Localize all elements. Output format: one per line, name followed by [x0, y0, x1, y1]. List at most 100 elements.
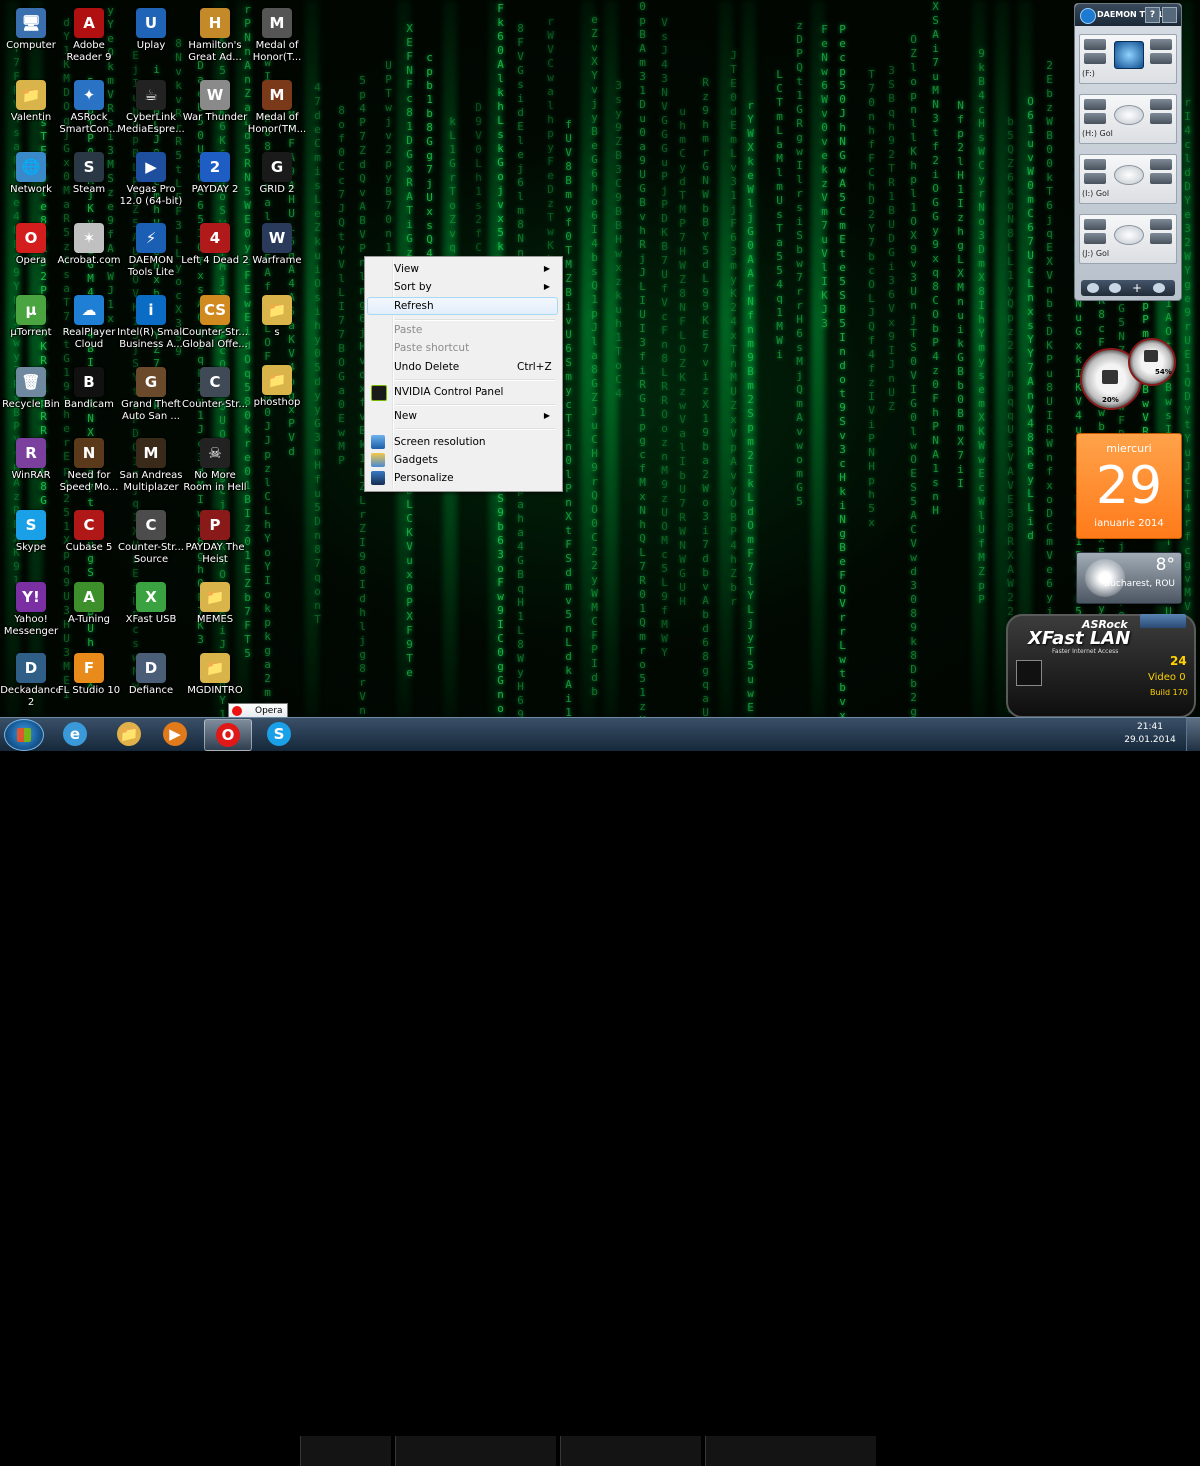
desktop-icon-s[interactable]: 📁 s: [242, 291, 312, 361]
cpu-usage: 20%: [1102, 396, 1119, 404]
add-image-icon[interactable]: [1109, 283, 1121, 293]
ie-icon: e: [63, 722, 87, 746]
app-icon: C: [74, 510, 104, 540]
stop-button[interactable]: [1084, 173, 1106, 184]
menu-item-new[interactable]: New ▶: [367, 407, 558, 425]
desktop-icon-phosthop[interactable]: 📁 phosthop: [242, 361, 312, 431]
menu-item-gadgets[interactable]: Gadgets: [367, 451, 558, 469]
help-button[interactable]: ?: [1145, 7, 1160, 23]
desktop-icon-xfast-usb[interactable]: X XFast USB: [116, 578, 186, 648]
desktop-icon-uplay[interactable]: U Uplay: [116, 4, 186, 74]
calendar-gadget[interactable]: miercuri 29 ianuarie 2014: [1076, 433, 1182, 539]
virtual-drive-slot[interactable]: (F:): [1079, 34, 1177, 84]
desktop-icon-left-4-dead-2[interactable]: 4 Left 4 Dead 2: [180, 219, 250, 289]
stop-button[interactable]: [1084, 113, 1106, 124]
weather-gadget[interactable]: 8° Bucharest, ROU: [1076, 552, 1182, 604]
unmount-button[interactable]: [1150, 233, 1172, 244]
menu-item-screen-resolution[interactable]: Screen resolution: [367, 433, 558, 451]
mount-button[interactable]: [1150, 99, 1172, 110]
unmount-button[interactable]: [1150, 173, 1172, 184]
stop-button[interactable]: [1084, 233, 1106, 244]
menu-item-personalize[interactable]: Personalize: [367, 469, 558, 487]
app-icon: U: [136, 8, 166, 38]
desktop-icon-realplayer-cloud[interactable]: ☁ RealPlayer Cloud: [54, 291, 124, 361]
xfast-lan-gadget[interactable]: ASRock XFast LAN Faster Internet Access …: [998, 610, 1200, 717]
mount-button[interactable]: [1150, 219, 1172, 230]
media-player-icon: ▶: [163, 722, 187, 746]
open-image-icon[interactable]: [1087, 283, 1099, 293]
desktop-icon-cyberlink-mediaespre[interactable]: ☕ CyberLink MediaEspre...: [116, 76, 186, 146]
clock-time: 21:41: [1137, 722, 1163, 732]
menu-item-paste-shortcut[interactable]: Paste shortcut: [367, 339, 558, 357]
taskbar-opera-button[interactable]: O: [204, 719, 252, 751]
virtual-drive-slot[interactable]: (H:) Gol: [1079, 94, 1177, 144]
desktop-icon-san-andreas-multiplazer[interactable]: M San Andreas Multiplazer: [116, 434, 186, 504]
desktop-icon-payday-2[interactable]: 2 PAYDAY 2: [180, 148, 250, 218]
play-button[interactable]: [1084, 39, 1106, 50]
virtual-drive-slot[interactable]: (J:) Gol: [1079, 214, 1177, 264]
desktop-icon-fl-studio-10[interactable]: F FL Studio 10: [54, 649, 124, 717]
remove-drive-icon[interactable]: [1153, 283, 1165, 293]
mount-button[interactable]: [1150, 159, 1172, 170]
desktop-icon-counter-str[interactable]: C Counter-Str...: [180, 363, 250, 433]
unmount-button[interactable]: [1150, 113, 1172, 124]
desktop-icon-memes[interactable]: 📁 MEMES: [180, 578, 250, 648]
desktop-icon-acrobat-com[interactable]: ✶ Acrobat.com: [54, 219, 124, 289]
play-button[interactable]: [1084, 159, 1106, 170]
menu-item-refresh[interactable]: Refresh: [367, 297, 558, 315]
desktop-icon-war-thunder[interactable]: W War Thunder: [180, 76, 250, 146]
desktop-wallpaper[interactable]: Y7FRV4saPHme4UEf9YUA3wy7RxBPYfHAzREXK9ls…: [0, 0, 1200, 717]
mount-button[interactable]: [1150, 39, 1172, 50]
desktop-icon-payday-the-heist[interactable]: P PAYDAY The Heist: [180, 506, 250, 576]
taskbar-window-button[interactable]: [705, 1436, 876, 1466]
taskbar-window-button[interactable]: [300, 1436, 391, 1466]
menu-item-undo-delete[interactable]: Undo Delete Ctrl+Z: [367, 358, 558, 376]
desktop-icon-hamilton-s-great-ad[interactable]: H Hamilton's Great Ad...: [180, 4, 250, 74]
desktop-icon-steam[interactable]: S Steam: [54, 148, 124, 218]
show-desktop-button[interactable]: [1186, 718, 1200, 751]
desktop-icon-adobe-reader-9[interactable]: A Adobe Reader 9: [54, 4, 124, 74]
taskbar-window-button[interactable]: [395, 1436, 556, 1466]
desktop-icon-bandicam[interactable]: B Bandicam: [54, 363, 124, 433]
desktop-icon-label: Warframe: [252, 255, 302, 266]
play-button[interactable]: [1084, 219, 1106, 230]
desktop-icon-a-tuning[interactable]: A A-Tuning: [54, 578, 124, 648]
menu-item-view[interactable]: View ▶: [367, 260, 558, 278]
desktop-icon-asrock-smartcon[interactable]: ✦ ASRock SmartCon...: [54, 76, 124, 146]
desktop-icon-defiance[interactable]: D Defiance: [116, 649, 186, 717]
taskbar-ie-button[interactable]: e: [52, 719, 98, 749]
add-drive-icon[interactable]: +: [1131, 281, 1143, 295]
matrix-code-column: LCTmLaMlmUsTa554q1MWi: [773, 68, 786, 362]
desktop-icon-medal-of-honor-tm[interactable]: M Medal of Honor(TM...: [242, 76, 312, 146]
desktop-icon-warframe[interactable]: W Warframe: [242, 219, 312, 289]
xfast-menu-button[interactable]: [1140, 614, 1186, 628]
matrix-code-column: VsJ43NVGGGuPjPDKB7UfVcFn8LRROoznM9zUOMc5…: [658, 16, 671, 660]
personalize-icon: [371, 471, 385, 485]
unmount-button[interactable]: [1150, 53, 1172, 64]
stop-button[interactable]: [1084, 53, 1106, 64]
taskbar-clock[interactable]: 21:41 29.01.2014: [1124, 721, 1176, 747]
desktop-icon-daemon-tools-lite[interactable]: ⚡ DAEMON Tools Lite: [116, 219, 186, 289]
desktop-icon-cubase-5[interactable]: C Cubase 5: [54, 506, 124, 576]
settings-button[interactable]: [1162, 7, 1177, 23]
taskbar-window-button[interactable]: [560, 1436, 701, 1466]
desktop-icon-grand-theft-auto-san[interactable]: G Grand Theft Auto San ...: [116, 363, 186, 433]
play-button[interactable]: [1084, 99, 1106, 110]
desktop-icon-grid-2[interactable]: G GRID 2: [242, 148, 312, 218]
taskbar-skype-button[interactable]: S: [256, 719, 302, 749]
desktop-icon-counter-str-source[interactable]: C Counter-Str... Source: [116, 506, 186, 576]
desktop-icon-no-more-room-in-hell[interactable]: ☠ No More Room in Hell: [180, 434, 250, 504]
taskbar-media-player-button[interactable]: ▶: [152, 719, 198, 749]
desktop-icon-label: MEMES: [196, 614, 234, 625]
taskbar-explorer-button[interactable]: 📁: [106, 719, 152, 749]
desktop-icon-need-for-speed-mo[interactable]: N Need for Speed Mo...: [54, 434, 124, 504]
desktop-icon-intel-r-small-business-a[interactable]: i Intel(R) Small Business A...: [116, 291, 186, 361]
desktop-icon-counter-str-global-offe[interactable]: CS Counter-Str... Global Offe...: [180, 291, 250, 361]
menu-item-sort-by[interactable]: Sort by ▶: [367, 278, 558, 296]
desktop-icon-vegas-pro-12-0-64-bit[interactable]: ▶ Vegas Pro 12.0 (64-bit): [116, 148, 186, 218]
menu-item-paste[interactable]: Paste: [367, 321, 558, 339]
menu-item-nvidia-control-panel[interactable]: NVIDIA Control Panel: [367, 383, 558, 401]
virtual-drive-slot[interactable]: (I:) Gol: [1079, 154, 1177, 204]
desktop-icon-medal-of-honor-t[interactable]: M Medal of Honor(T...: [242, 4, 312, 74]
start-button[interactable]: [4, 719, 44, 751]
